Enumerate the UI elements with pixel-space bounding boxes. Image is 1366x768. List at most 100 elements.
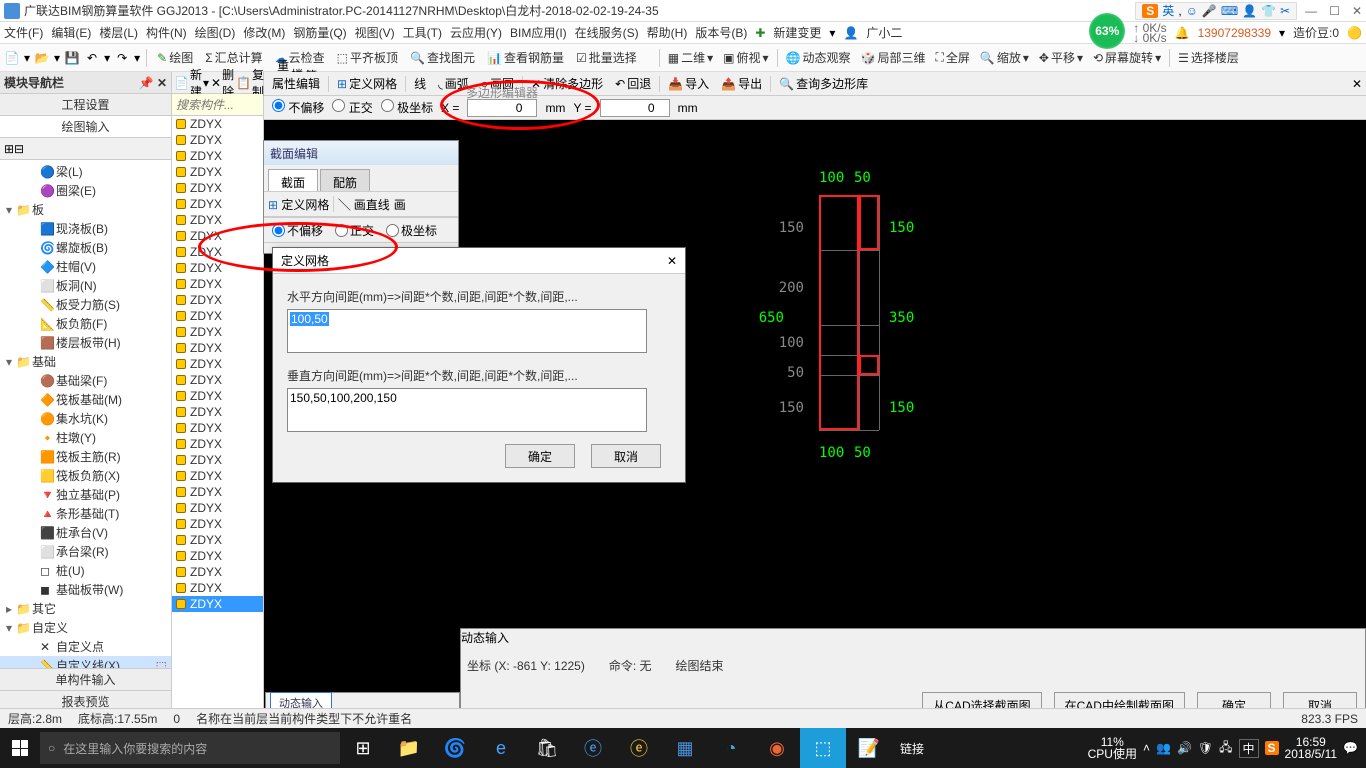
tab-single-input[interactable]: 单构件输入 — [0, 668, 171, 690]
app6-icon[interactable]: 📝 — [846, 728, 892, 768]
tree-node[interactable]: 🟦现浇板(B) — [0, 219, 171, 238]
component-search[interactable] — [172, 94, 263, 116]
tray-net-icon[interactable]: 🖧 — [1219, 738, 1232, 759]
ie-icon[interactable]: ⓔ — [570, 728, 616, 768]
store-icon[interactable]: 🛍 — [524, 728, 570, 768]
tree-expand-icon[interactable]: ⊞⊟ — [4, 142, 24, 156]
rotate-screen-button[interactable]: ⟲ 屏幕旋转 ▾ — [1089, 49, 1165, 67]
polar-radio[interactable]: 极坐标 — [381, 99, 433, 116]
undo-polygon-button[interactable]: ↶ 回退 — [611, 75, 655, 92]
tab-project-settings[interactable]: 工程设置 — [0, 94, 171, 116]
tray-people-icon[interactable]: 👥 — [1156, 741, 1171, 755]
component-item[interactable]: ZDYX — [172, 564, 263, 580]
component-item[interactable]: ZDYX — [172, 164, 263, 180]
bell-icon[interactable]: 🔔 — [1175, 26, 1190, 40]
component-item[interactable]: ZDYX — [172, 420, 263, 436]
component-list[interactable]: ZDYXZDYXZDYXZDYXZDYXZDYXZDYXZDYXZDYXZDYX… — [172, 116, 263, 712]
app1-icon[interactable]: 🌀 — [432, 728, 478, 768]
performance-gauge[interactable]: 63% — [1089, 13, 1125, 49]
import-button[interactable]: 📥 导入 — [664, 75, 713, 92]
component-item[interactable]: ZDYX — [172, 260, 263, 276]
top-view-button[interactable]: ▣ 俯视 ▾ — [719, 49, 772, 67]
ie2-icon[interactable]: ⓔ — [616, 728, 662, 768]
menu-view[interactable]: 视图(V) — [355, 24, 395, 41]
tree-node[interactable]: 🔸柱墩(Y) — [0, 428, 171, 447]
select-floor-button[interactable]: ☰ 选择楼层 — [1174, 49, 1243, 67]
component-item[interactable]: ZDYX — [172, 500, 263, 516]
tree-node[interactable]: ▾📁基础 — [0, 352, 171, 371]
tree-node[interactable]: 📏自定义线(X)⬚ — [0, 656, 171, 668]
define-grid-button[interactable]: ⊞ 定义网格 — [333, 75, 401, 92]
ime-indicator[interactable]: 中 — [1239, 739, 1259, 758]
component-search-input[interactable] — [172, 94, 263, 115]
draw-button[interactable]: ✎绘图 — [153, 49, 197, 66]
draw-2-button[interactable]: 画 — [394, 196, 406, 213]
tree-node[interactable]: 🔶筏板基础(M) — [0, 390, 171, 409]
app5-icon[interactable]: ⬚ — [800, 728, 846, 768]
component-item[interactable]: ZDYX — [172, 228, 263, 244]
edge-icon[interactable]: e — [478, 728, 524, 768]
component-item[interactable]: ZDYX — [172, 436, 263, 452]
component-item[interactable]: ZDYX — [172, 580, 263, 596]
tab-draw-input[interactable]: 绘图输入 — [0, 116, 171, 138]
tray-volume-icon[interactable]: 🔊 — [1177, 741, 1192, 755]
tray-s-icon[interactable]: S — [1265, 741, 1279, 755]
local-3d-button[interactable]: 🎲 局部三维 — [856, 49, 929, 67]
attr-edit-button[interactable]: 属性编辑 — [268, 75, 324, 92]
menu-bim[interactable]: BIM应用(I) — [510, 24, 567, 41]
component-item[interactable]: ZDYX — [172, 292, 263, 308]
new-file-icon[interactable]: 📄 — [4, 50, 20, 66]
2d-button[interactable]: ▦ 二维 ▾ — [664, 49, 717, 67]
batch-select-button[interactable]: ☑批量选择 — [572, 49, 641, 66]
menu-new-change[interactable]: 新建变更 — [773, 24, 821, 41]
tree-node[interactable]: 📏板受力筋(S) — [0, 295, 171, 314]
tree-node[interactable]: ▾📁板 — [0, 200, 171, 219]
tree-node[interactable]: ▸📁其它 — [0, 599, 171, 618]
no-offset-radio[interactable]: 不偏移 — [272, 99, 324, 116]
tray-shield-icon[interactable]: 🛡 — [1198, 741, 1213, 755]
tree-node[interactable]: ⬜承台梁(R) — [0, 542, 171, 561]
tree-node[interactable]: 🔺条形基础(T) — [0, 504, 171, 523]
tree-node[interactable]: ⬛桩承台(V) — [0, 523, 171, 542]
component-item[interactable]: ZDYX — [172, 148, 263, 164]
app3-icon[interactable]: ◔ — [708, 728, 754, 768]
dyn-input-tab-2[interactable]: 动态输入 — [461, 629, 1365, 646]
component-item[interactable]: ZDYX — [172, 516, 263, 532]
component-item[interactable]: ZDYX — [172, 596, 263, 612]
polar-2-radio[interactable]: 极坐标 — [386, 222, 437, 239]
component-item[interactable]: ZDYX — [172, 484, 263, 500]
tree-node[interactable]: 🟫楼层板带(H) — [0, 333, 171, 352]
menu-tool[interactable]: 工具(T) — [403, 24, 442, 41]
align-top-button[interactable]: ⬚平齐板顶 — [333, 49, 402, 66]
component-item[interactable]: ZDYX — [172, 308, 263, 324]
component-item[interactable]: ZDYX — [172, 116, 263, 132]
redo-icon[interactable]: ↷ — [114, 50, 130, 66]
vertical-input[interactable]: 150,50,100,200,150 — [287, 388, 647, 432]
tree-node[interactable]: ⬜板洞(N) — [0, 276, 171, 295]
define-grid-2-button[interactable]: ⊞ 定义网格 — [268, 196, 329, 213]
pan-button[interactable]: ✥ 平移 ▾ — [1035, 49, 1087, 67]
dialog-ok-button[interactable]: 确定 — [505, 444, 575, 468]
tree-node[interactable]: 🟤基础梁(F) — [0, 371, 171, 390]
component-item[interactable]: ZDYX — [172, 532, 263, 548]
user-name[interactable]: 广小二 — [866, 24, 902, 41]
nav-tree[interactable]: 🔵梁(L)🟣圈梁(E)▾📁板🟦现浇板(B)🌀螺旋板(B)🔷柱帽(V)⬜板洞(N)… — [0, 160, 171, 668]
component-item[interactable]: ZDYX — [172, 340, 263, 356]
find-element-button[interactable]: 🔍查找图元 — [406, 49, 479, 66]
menu-rebar[interactable]: 钢筋量(Q) — [293, 24, 346, 41]
component-item[interactable]: ZDYX — [172, 180, 263, 196]
horizontal-input[interactable]: 100,50 — [287, 309, 647, 353]
tree-node[interactable]: ◼基础板带(W) — [0, 580, 171, 599]
tree-node[interactable]: 🟧筏板主筋(R) — [0, 447, 171, 466]
tree-node[interactable]: 📐板负筋(F) — [0, 314, 171, 333]
orbit-button[interactable]: 🌐 动态观察 — [782, 49, 855, 67]
tray-up-icon[interactable]: ˄ — [1143, 741, 1150, 755]
component-item[interactable]: ZDYX — [172, 324, 263, 340]
tree-node[interactable]: 🟣圈梁(E) — [0, 181, 171, 200]
export-button[interactable]: 📤 导出 — [717, 75, 766, 92]
menu-help[interactable]: 帮助(H) — [647, 24, 688, 41]
zoom-button[interactable]: 🔍 缩放 ▾ — [976, 49, 1033, 67]
component-item[interactable]: ZDYX — [172, 196, 263, 212]
clock[interactable]: 16:59 2018/5/11 — [1285, 736, 1338, 760]
tree-node[interactable]: 🔵梁(L) — [0, 162, 171, 181]
